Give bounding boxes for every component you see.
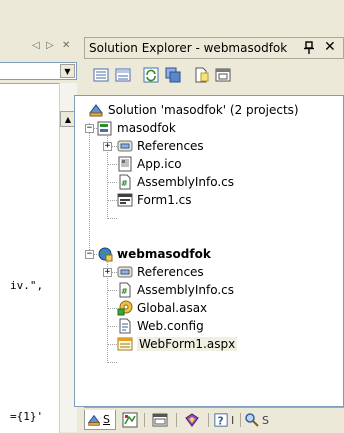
close-icon[interactable]: ✕ [324,39,336,55]
tab-solution-explorer[interactable]: S [84,410,116,430]
tree-item-references[interactable]: References [117,137,204,155]
view-designer-icon[interactable] [214,66,232,84]
tab-scroll-right-icon[interactable]: ▷ [46,40,54,51]
tree-item-label: Form1.cs [137,193,192,207]
tree-item-file[interactable]: # AssemblyInfo.cs [117,173,234,191]
tree-item-label: App.ico [137,157,182,171]
tree-item-label: Web.config [137,319,204,333]
tab-letter: I [231,413,235,427]
tree-item-label: WebForm1.aspx [137,337,238,351]
chevron-down-icon[interactable]: ▼ [60,64,75,78]
code-line: iv.", [10,279,44,292]
csharp-file-icon: # [119,282,131,298]
tree-item-label: Global.asax [137,301,208,315]
solution-icon [87,414,101,426]
solution-explorer-titlebar[interactable]: Solution Explorer - webmasodfok ✕ [84,37,344,59]
web-project-icon [98,247,113,262]
macro-explorer-icon [185,413,199,427]
code-text-area[interactable]: iv.", ={1}' [0,83,60,433]
tree-item-solution[interactable]: Solution 'masodfok' (2 projects) [88,101,299,119]
csharp-project-icon [97,121,112,136]
search-icon [245,413,259,427]
tree-item-label: Solution 'masodfok' (2 projects) [108,103,299,117]
csharp-file-icon: # [119,174,131,190]
tree-item-label: AssemblyInfo.cs [137,283,235,297]
tree-item-file[interactable]: Global.asax [117,299,207,317]
tab-close-icon[interactable]: ✕ [62,40,70,51]
solution-tree[interactable]: − + − + Solution 'masodfok' (2 projects)… [74,95,344,407]
tab-class-view[interactable] [122,410,138,430]
tab-scroll-left-icon[interactable]: ◁ [32,40,40,51]
form-file-icon [117,193,133,207]
member-dropdown[interactable]: ▼ [0,62,77,80]
svg-text:#: # [121,287,128,296]
tree-item-label: webmasodfok [117,247,211,261]
tree-item-file[interactable]: Form1.cs [117,191,192,209]
resource-view-icon [152,413,168,427]
tab-resource-view[interactable] [152,410,168,430]
icon-file-icon [118,156,132,172]
tree-item-label: AssemblyInfo.cs [137,175,235,189]
tab-letter: S [262,413,269,427]
expand-toggle[interactable]: + [103,268,112,277]
help-index-icon: ? [214,413,228,427]
svg-text:#: # [121,179,128,188]
solution-icon [89,104,103,117]
webform-file-icon [117,337,133,351]
references-icon [117,140,133,152]
tree-item-file-selected[interactable]: WebForm1.aspx [117,335,238,353]
tree-item-references[interactable]: References [117,263,204,281]
code-editor-pane: ◁ ▷ ✕ ▼ iv.", ={1}' ▲ [0,0,78,433]
tree-item-label: masodfok [117,121,176,135]
view-code-icon[interactable] [192,66,210,84]
code-line: ={1}' [10,410,44,423]
tab-letter: S [103,413,110,426]
refresh-icon[interactable] [142,66,160,84]
class-view-icon [122,412,138,428]
collapse-toggle[interactable]: − [85,250,94,259]
show-all-files-icon[interactable] [114,66,132,84]
pin-icon[interactable] [304,41,314,57]
editor-tab-bar: ◁ ▷ ✕ [0,37,78,59]
solution-explorer-window: Solution Explorer - webmasodfok ✕ − + − … [74,37,344,433]
tree-item-project-masodfok[interactable]: masodfok [97,119,176,137]
tree-item-project-webmasodfok[interactable]: webmasodfok [97,245,211,263]
tree-item-file[interactable]: App.ico [117,155,182,173]
tab-search[interactable]: S [244,410,269,430]
global-asax-icon [117,300,133,316]
properties-icon[interactable] [92,66,110,84]
svg-text:?: ? [218,415,224,427]
tab-index[interactable]: ? I [214,410,234,430]
tab-macro-explorer[interactable] [184,410,200,430]
references-icon [117,266,133,278]
tree-item-label: References [137,139,204,153]
window-title: Solution Explorer - webmasodfok [89,41,288,55]
solution-explorer-toolbar [84,62,344,88]
collapse-toggle[interactable]: − [85,124,94,133]
copy-project-icon[interactable] [164,66,182,84]
config-file-icon [119,318,131,334]
tree-item-label: References [137,265,204,279]
bottom-tab-strip: S ? I S [84,407,344,433]
tree-item-file[interactable]: Web.config [117,317,204,335]
tree-item-file[interactable]: # AssemblyInfo.cs [117,281,234,299]
expand-toggle[interactable]: + [103,142,112,151]
